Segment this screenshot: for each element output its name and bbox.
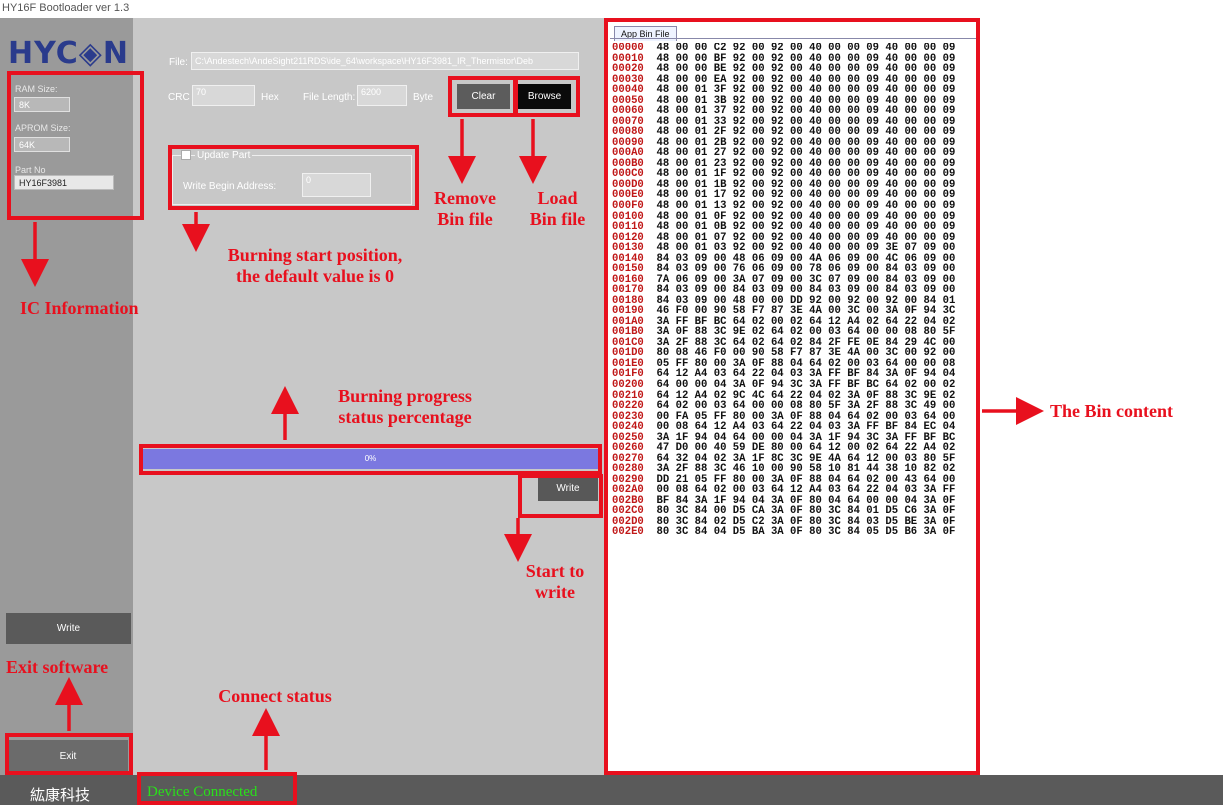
annotation-start-write: Start to write xyxy=(525,561,585,602)
annotation-ic-info: IC Information xyxy=(20,298,139,318)
annotation-load-bin: Load Bin file xyxy=(529,188,586,229)
annotation-progress: Burning progress status percentage xyxy=(338,386,472,427)
annotation-remove-bin: Remove Bin file xyxy=(434,188,496,229)
annotation-burn-start: Burning start position, the default valu… xyxy=(227,245,403,286)
annotation-exit: Exit software xyxy=(6,657,109,677)
annotation-bin-content: The Bin content xyxy=(1050,401,1174,421)
annotation-connect: Connect status xyxy=(218,686,332,706)
annotation-arrows xyxy=(21,119,1044,770)
